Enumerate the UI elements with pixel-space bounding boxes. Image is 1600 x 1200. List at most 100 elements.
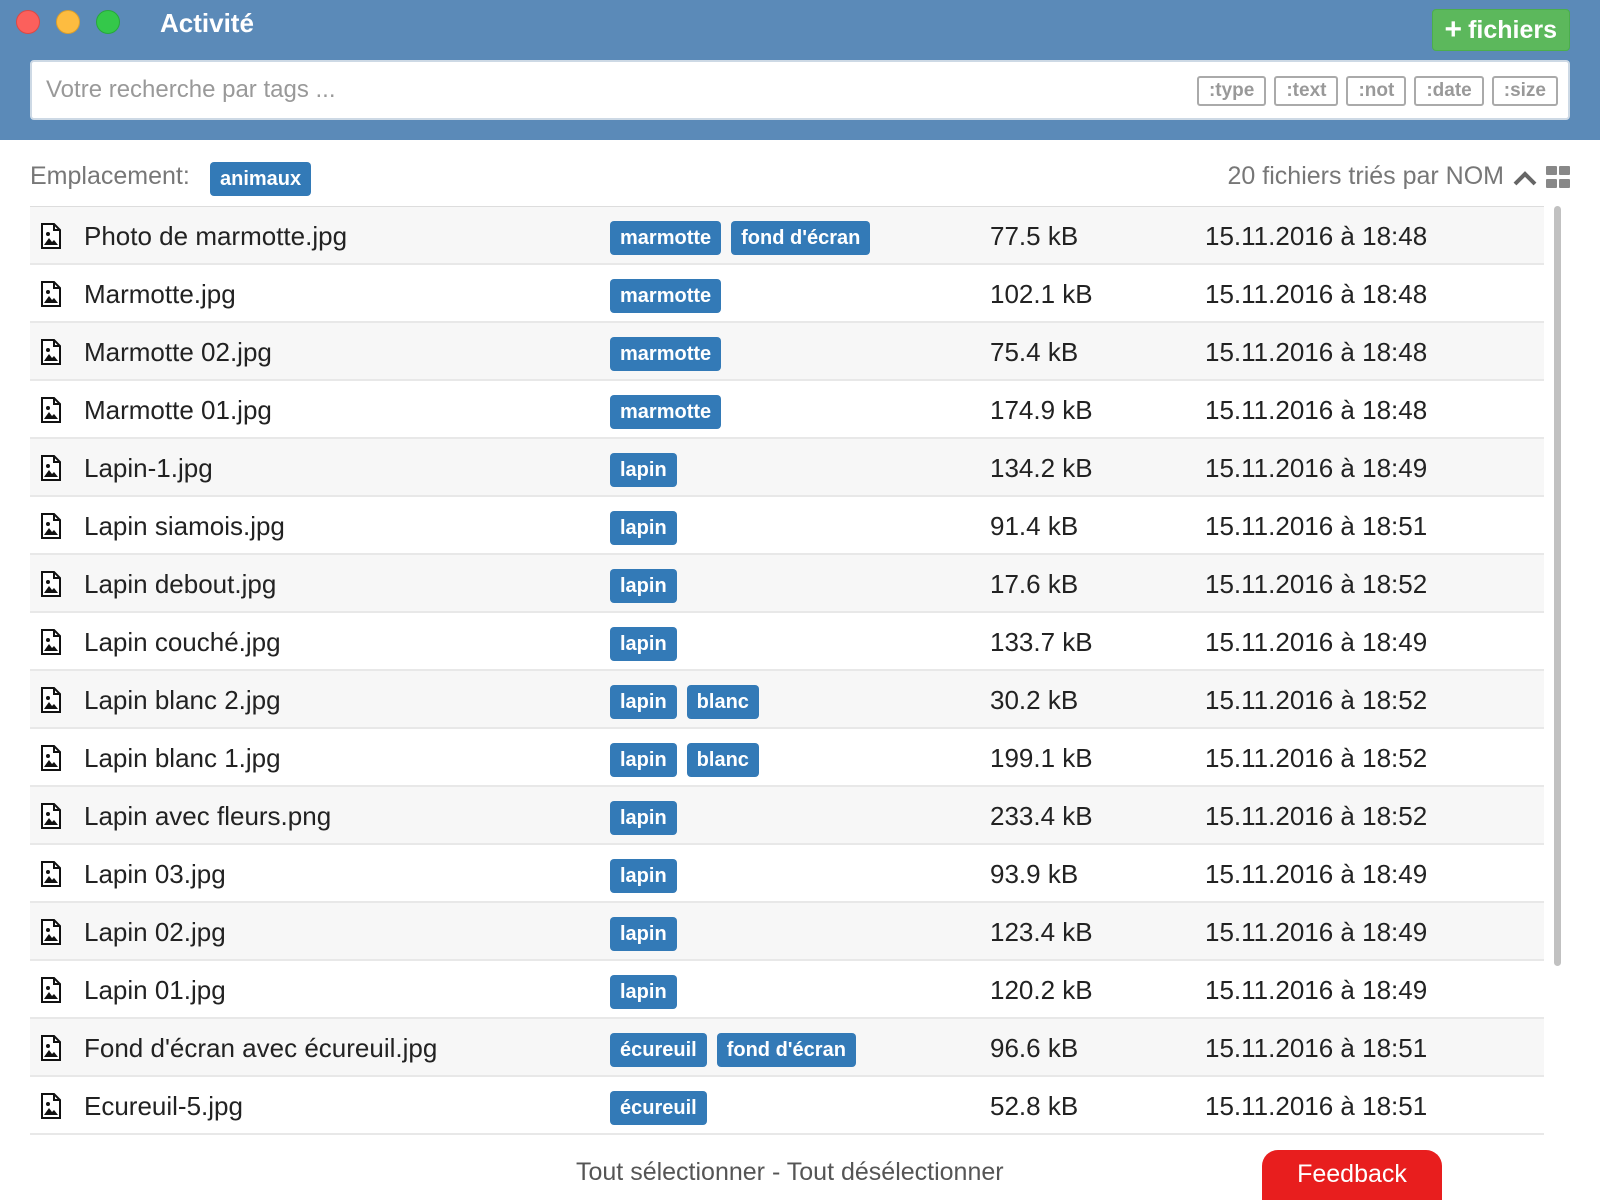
file-tag[interactable]: fond d'écran	[731, 221, 871, 255]
file-name[interactable]: Lapin avec fleurs.png	[84, 801, 331, 832]
file-row[interactable]: Lapin debout.jpg lapin 17.6 kB 15.11.2016 à…	[30, 555, 1544, 613]
deselect-all-link[interactable]: Tout désélectionner	[787, 1158, 1004, 1186]
file-row[interactable]: Marmotte 01.jpg marmotte 174.9 kB 15.11.201…	[30, 381, 1544, 439]
file-row[interactable]: Lapin siamois.jpg lapin 91.4 kB 15.11.2016 …	[30, 497, 1544, 555]
select-all-link[interactable]: Tout sélectionner	[576, 1158, 765, 1186]
file-tag[interactable]: marmotte	[610, 221, 722, 255]
file-row[interactable]: Lapin blanc 1.jpg lapin blanc 199.1 kB 15.11…	[30, 729, 1544, 787]
image-file-icon	[40, 977, 62, 1003]
file-tags: lapin	[610, 627, 677, 661]
file-row[interactable]: Lapin couché.jpg lapin 133.7 kB 15.11.2016 …	[30, 613, 1544, 671]
location-badge[interactable]: animaux	[210, 162, 312, 196]
file-row[interactable]: Fond d'écran avec écureuil.jpg écureuil fo…	[30, 1019, 1544, 1077]
file-row[interactable]: Lapin 03.jpg lapin 93.9 kB 15.11.2016 à 18:…	[30, 845, 1544, 903]
file-name[interactable]: Lapin 03.jpg	[84, 859, 226, 890]
file-date: 15.11.2016 à 18:51	[1205, 1091, 1428, 1121]
file-name[interactable]: Fond d'écran avec écureuil.jpg	[84, 1033, 437, 1064]
file-name[interactable]: Lapin couché.jpg	[84, 627, 281, 658]
image-file-icon	[40, 397, 62, 423]
file-tag[interactable]: écureuil	[610, 1033, 707, 1067]
file-size: 123.4 kB	[990, 917, 1093, 947]
file-tag[interactable]: lapin	[610, 453, 677, 487]
file-tags: lapin blanc	[610, 743, 759, 777]
file-tags: lapin	[610, 453, 677, 487]
file-name[interactable]: Lapin 02.jpg	[84, 917, 226, 948]
search-bar: :type :text :not :date :size	[30, 60, 1570, 120]
file-row[interactable]: Ecureuil-5.jpg écureuil 52.8 kB 15.11.2016 …	[30, 1077, 1544, 1135]
file-tag[interactable]: marmotte	[610, 337, 722, 371]
file-tag[interactable]: fond d'écran	[716, 1033, 856, 1067]
file-tags: lapin	[610, 569, 677, 603]
filter-not-chip[interactable]: :not	[1346, 76, 1407, 106]
add-files-button[interactable]: + fichiers	[1431, 9, 1570, 51]
file-row[interactable]: Lapin 02.jpg lapin 123.4 kB 15.11.2016 à 18…	[30, 903, 1544, 961]
file-name[interactable]: Lapin blanc 1.jpg	[84, 743, 281, 774]
header-bar: Activité + fichiers :type :text :not :da…	[0, 0, 1600, 140]
file-row[interactable]: Lapin-1.jpg lapin 134.2 kB 15.11.2016 à 18:…	[30, 439, 1544, 497]
file-date: 15.11.2016 à 18:52	[1205, 801, 1428, 831]
file-tag[interactable]: lapin	[610, 569, 677, 603]
file-row[interactable]: Photo de marmotte.jpg marmotte fond d'écra…	[30, 207, 1544, 265]
location-label: Emplacement:	[30, 162, 190, 190]
maximize-window-button[interactable]	[96, 10, 120, 34]
file-tag[interactable]: lapin	[610, 975, 677, 1009]
file-list: Photo de marmotte.jpg marmotte fond d'écra…	[30, 206, 1544, 1146]
file-tags: lapin	[610, 801, 677, 835]
file-tags: lapin	[610, 917, 677, 951]
file-date: 15.11.2016 à 18:49	[1205, 975, 1428, 1005]
image-file-icon	[40, 629, 62, 655]
file-size: 30.2 kB	[990, 685, 1079, 715]
file-name[interactable]: Lapin debout.jpg	[84, 569, 276, 600]
filter-type-chip[interactable]: :type	[1196, 76, 1267, 106]
file-tag[interactable]: marmotte	[610, 279, 722, 313]
file-name[interactable]: Lapin-1.jpg	[84, 453, 213, 484]
file-tag[interactable]: lapin	[610, 627, 677, 661]
file-name[interactable]: Lapin siamois.jpg	[84, 511, 285, 542]
file-tags: écureuil fond d'écran	[610, 1033, 856, 1067]
file-tags: lapin	[610, 975, 677, 1009]
close-window-button[interactable]	[16, 10, 40, 34]
file-tags: lapin	[610, 859, 677, 893]
file-name[interactable]: Ecureuil-5.jpg	[84, 1091, 243, 1122]
file-date: 15.11.2016 à 18:49	[1205, 627, 1428, 657]
grid-view-icon[interactable]	[1546, 166, 1570, 190]
file-tag[interactable]: blanc	[686, 685, 759, 719]
search-input[interactable]	[46, 62, 1146, 118]
file-row[interactable]: Marmotte.jpg marmotte 102.1 kB 15.11.2016 à…	[30, 265, 1544, 323]
file-tag[interactable]: lapin	[610, 743, 677, 777]
file-size: 77.5 kB	[990, 221, 1079, 251]
footer: Tout sélectionner - Tout désélectionner …	[0, 1146, 1600, 1200]
file-row[interactable]: Marmotte 02.jpg marmotte 75.4 kB 15.11.2016…	[30, 323, 1544, 381]
file-row[interactable]: Lapin 01.jpg lapin 120.2 kB 15.11.2016 à 18…	[30, 961, 1544, 1019]
image-file-icon	[40, 861, 62, 887]
file-tag[interactable]: lapin	[610, 859, 677, 893]
feedback-button[interactable]: Feedback	[1262, 1150, 1442, 1200]
file-tag[interactable]: lapin	[610, 685, 677, 719]
scrollbar-thumb[interactable]	[1554, 206, 1561, 966]
file-name[interactable]: Marmotte.jpg	[84, 279, 236, 310]
file-row[interactable]: Lapin avec fleurs.png lapin 233.4 kB 15.11.…	[30, 787, 1544, 845]
chevron-up-icon[interactable]	[1512, 166, 1538, 190]
file-name[interactable]: Lapin 01.jpg	[84, 975, 226, 1006]
file-name[interactable]: Marmotte 01.jpg	[84, 395, 272, 426]
app-title: Activité	[160, 8, 254, 38]
file-name[interactable]: Lapin blanc 2.jpg	[84, 685, 281, 716]
file-tag[interactable]: lapin	[610, 917, 677, 951]
file-tag[interactable]: écureuil	[610, 1091, 707, 1125]
file-size: 233.4 kB	[990, 801, 1093, 831]
file-tag[interactable]: blanc	[686, 743, 759, 777]
filter-text-chip[interactable]: :text	[1274, 76, 1339, 106]
minimize-window-button[interactable]	[56, 10, 80, 34]
file-tag[interactable]: marmotte	[610, 395, 722, 429]
filter-size-chip[interactable]: :size	[1491, 76, 1558, 106]
filter-date-chip[interactable]: :date	[1414, 76, 1484, 106]
file-name[interactable]: Photo de marmotte.jpg	[84, 221, 347, 252]
file-size: 17.6 kB	[990, 569, 1079, 599]
selection-actions: Tout sélectionner - Tout désélectionner	[576, 1158, 1004, 1187]
file-name[interactable]: Marmotte 02.jpg	[84, 337, 272, 368]
file-row[interactable]: Lapin blanc 2.jpg lapin blanc 30.2 kB 15.11.…	[30, 671, 1544, 729]
file-tag[interactable]: lapin	[610, 511, 677, 545]
scrollbar[interactable]	[1550, 206, 1564, 1146]
file-tag[interactable]: lapin	[610, 801, 677, 835]
file-size: 120.2 kB	[990, 975, 1093, 1005]
